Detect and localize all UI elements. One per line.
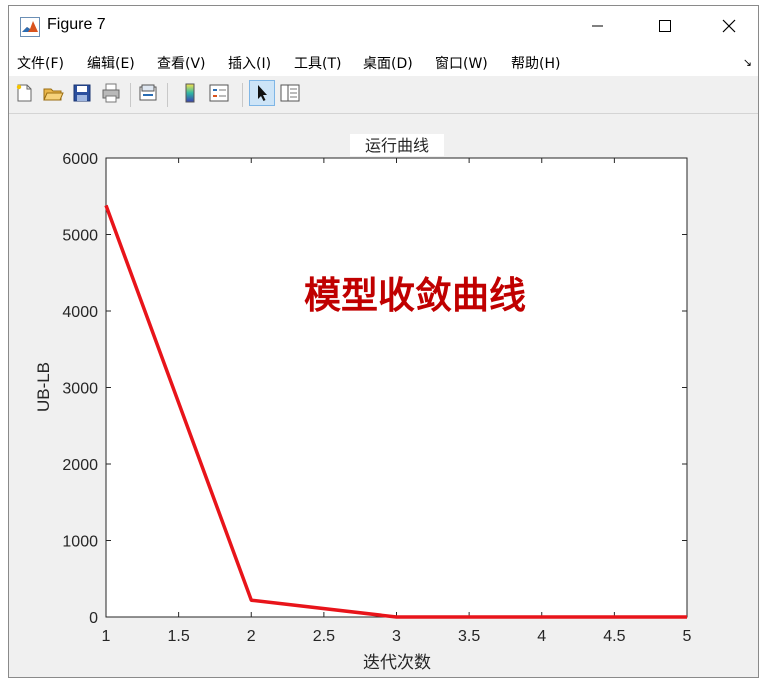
window-title: Figure 7 (47, 16, 106, 33)
menu-desktop[interactable]: 桌面(D) (363, 53, 413, 73)
x-tick-label: 1.5 (168, 628, 190, 645)
x-tick-label: 1 (102, 628, 111, 645)
x-axis-label: 迭代次数 (363, 653, 431, 672)
y-tick-label: 2000 (62, 457, 98, 474)
x-tick-label: 3 (392, 628, 401, 645)
toolbar (9, 77, 758, 114)
edit-plot-arrow-icon (258, 85, 267, 101)
x-tick-label: 4 (537, 628, 546, 645)
y-tick-label: 6000 (62, 151, 98, 168)
title-bar: Figure 7 (9, 6, 758, 46)
y-tick-label: 5000 (62, 228, 98, 245)
legend-icon[interactable] (208, 82, 230, 104)
menu-window[interactable]: 窗口(W) (435, 53, 488, 73)
edit-plot-button[interactable] (249, 80, 275, 106)
link-plot-icon[interactable] (137, 82, 159, 104)
figure-canvas: 1 1.5 2 2.5 3 3.5 4 4.5 5 0 1000 2000 3000 4000 5000 6… (9, 114, 758, 677)
new-figure-icon[interactable] (13, 82, 35, 104)
y-axis-label: UB-LB (34, 362, 53, 412)
y-tick-label: 0 (89, 610, 98, 627)
chart-title: 运行曲线 (365, 137, 429, 155)
axes-background (106, 158, 687, 617)
menu-tools[interactable]: 工具(T) (294, 53, 341, 73)
x-tick-label: 4.5 (603, 628, 625, 645)
maximize-button[interactable] (642, 6, 688, 46)
close-button[interactable] (706, 6, 752, 46)
matlab-logo-icon (20, 17, 40, 37)
toolbar-separator (242, 83, 243, 107)
menu-file[interactable]: 文件(F) (17, 53, 64, 73)
menu-help[interactable]: 帮助(H) (511, 53, 560, 73)
x-tick-label: 3.5 (458, 628, 480, 645)
dock-arrow-icon[interactable]: ↘ (743, 56, 752, 69)
chart: 1 1.5 2 2.5 3 3.5 4 4.5 5 0 1000 2000 3000 4000 5000 6… (34, 134, 692, 672)
property-inspector-icon[interactable] (279, 82, 301, 104)
x-tick-label: 2.5 (313, 628, 335, 645)
menu-bar: 文件(F) 编辑(E) 查看(V) 插入(I) 工具(T) 桌面(D) 窗口(W… (9, 46, 758, 76)
y-tick-label: 4000 (62, 304, 98, 321)
menu-view[interactable]: 查看(V) (157, 53, 206, 73)
menu-insert[interactable]: 插入(I) (228, 53, 271, 73)
y-tick-label: 3000 (62, 381, 98, 398)
minimize-button[interactable] (574, 6, 620, 46)
toolbar-separator (130, 83, 131, 107)
y-tick-label: 1000 (62, 534, 98, 551)
open-file-icon[interactable] (42, 82, 64, 104)
maximize-icon (659, 20, 671, 32)
minimize-icon (592, 25, 603, 27)
menu-edit[interactable]: 编辑(E) (87, 53, 135, 73)
toolbar-separator (167, 83, 168, 107)
colorbar-icon[interactable] (179, 82, 201, 104)
x-tick-label: 2 (247, 628, 256, 645)
convergence-annotation: 模型收敛曲线 (304, 275, 526, 316)
save-icon[interactable] (71, 82, 93, 104)
figure-window: Figure 7 文件(F) 编辑(E) 查看(V) 插入(I) 工具(T) 桌… (8, 5, 759, 678)
close-icon (722, 19, 736, 33)
print-icon[interactable] (100, 82, 122, 104)
x-tick-label: 5 (683, 628, 692, 645)
